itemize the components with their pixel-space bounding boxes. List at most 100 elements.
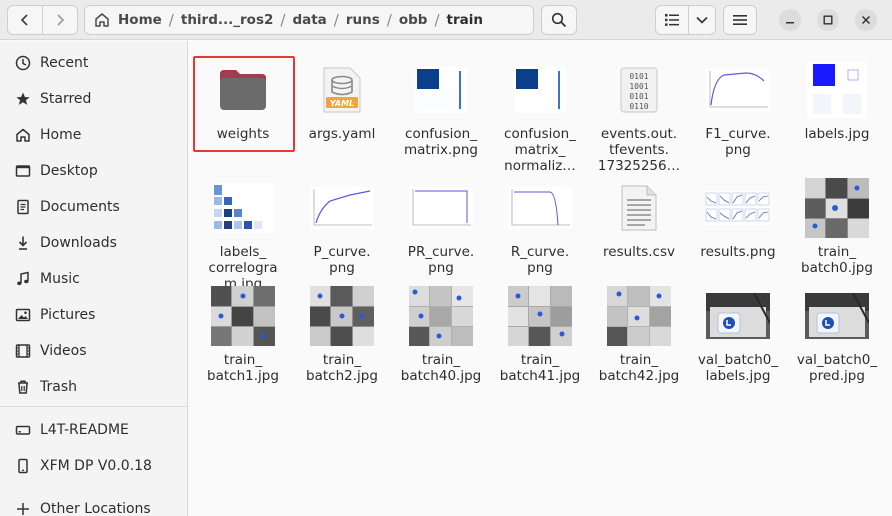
file-item-train-batch42[interactable]: train_ batch42.jpg [591, 283, 687, 401]
file-name: PR_curve. png [407, 244, 475, 276]
sidebar-item-other-locations[interactable]: Other Locations [0, 492, 187, 516]
sidebar-item-label: Home [40, 127, 82, 143]
file-grid: weights YAML args.yaml confusion_ matrix… [189, 41, 892, 516]
file-item-p-curve[interactable]: P_curve. png [294, 175, 390, 293]
sidebar-item-label: Other Locations [40, 501, 151, 516]
file-name: P_curve. png [313, 244, 371, 276]
breadcrumb-home[interactable]: Home [111, 12, 169, 28]
breadcrumb-runs[interactable]: runs [339, 12, 387, 28]
file-item-args-yaml[interactable]: YAML args.yaml [294, 57, 390, 175]
file-item-results-csv[interactable]: results.csv [591, 175, 687, 293]
back-button[interactable] [7, 5, 43, 35]
sidebar-item-label: L4T-README [40, 422, 129, 438]
breadcrumb-ros2[interactable]: third..._ros2 [174, 12, 281, 28]
home-icon[interactable] [93, 11, 111, 29]
sidebar-item-xfm-dp[interactable]: XFM DP V0.0.18 [0, 449, 187, 483]
view-options-dropdown[interactable] [688, 5, 716, 35]
sidebar-item-trash[interactable]: Trash [0, 370, 187, 404]
file-item-f1-curve[interactable]: F1_curve. png [690, 57, 786, 175]
hamburger-menu-icon [733, 15, 747, 25]
maximize-icon [823, 15, 833, 25]
trash-icon [14, 378, 32, 396]
binary-line: 0101 [629, 72, 648, 81]
sidebar-item-label: Videos [40, 343, 87, 359]
file-item-confusion-matrix-normalized[interactable]: confusion_ matrix_ normaliz… [492, 57, 588, 175]
document-icon [14, 198, 32, 216]
file-name: train_ batch42.jpg [598, 352, 680, 384]
header-bar: Home / third..._ros2 / data / runs / obb… [0, 0, 892, 40]
image-thumbnail [393, 175, 489, 241]
sidebar-item-label: Documents [40, 199, 120, 215]
file-name: results.png [700, 244, 776, 260]
sidebar-item-documents[interactable]: Documents [0, 190, 187, 224]
sidebar-item-home[interactable]: Home [0, 118, 187, 152]
image-thumbnail [492, 283, 588, 349]
sidebar-item-starred[interactable]: Starred [0, 82, 187, 116]
search-button[interactable] [541, 5, 577, 35]
image-thumbnail [690, 175, 786, 241]
file-name: train_ batch1.jpg [207, 352, 279, 384]
file-item-train-batch41[interactable]: train_ batch41.jpg [492, 283, 588, 401]
file-item-events-tfevents[interactable]: 0101 1001 0101 0110 events.out. tfevents… [591, 57, 687, 175]
main-menu-button[interactable] [723, 5, 757, 35]
view-list-button[interactable] [655, 5, 689, 35]
minimize-icon [786, 22, 794, 24]
sidebar-item-recent[interactable]: Recent [0, 46, 187, 80]
minimize-button[interactable] [779, 9, 801, 31]
file-name: R_curve. png [510, 244, 570, 276]
sidebar-item-label: Desktop [40, 163, 98, 179]
sidebar-item-music[interactable]: Music [0, 262, 187, 296]
file-item-confusion-matrix[interactable]: confusion_ matrix.png [393, 57, 489, 175]
sidebar-item-label: Music [40, 271, 80, 287]
forward-button[interactable] [42, 5, 78, 35]
binary-line: 1001 [629, 82, 648, 91]
image-thumbnail [195, 283, 291, 349]
video-icon [14, 342, 32, 360]
file-item-val-batch0-labels[interactable]: val_batch0_ labels.jpg [690, 283, 786, 401]
file-item-train-batch40[interactable]: train_ batch40.jpg [393, 283, 489, 401]
file-item-weights[interactable]: weights [193, 56, 295, 175]
close-button[interactable] [855, 9, 877, 31]
star-icon [14, 90, 32, 108]
file-name: train_ batch41.jpg [499, 352, 581, 384]
file-name: events.out. tfevents. 17325256… [597, 126, 681, 174]
image-thumbnail [393, 283, 489, 349]
phone-icon [14, 457, 32, 475]
breadcrumb-obb[interactable]: obb [392, 12, 435, 28]
sidebar-item-label: Recent [40, 55, 89, 71]
file-item-labels[interactable]: labels.jpg [789, 57, 885, 175]
file-item-r-curve[interactable]: R_curve. png [492, 175, 588, 293]
breadcrumb-train[interactable]: train [440, 12, 490, 28]
sidebar-item-downloads[interactable]: Downloads [0, 226, 187, 260]
list-view-icon [665, 14, 679, 26]
search-icon [551, 12, 567, 28]
folder-icon [195, 57, 291, 123]
file-item-train-batch0[interactable]: train_ batch0.jpg [789, 175, 885, 293]
file-item-val-batch0-pred[interactable]: val_batch0_ pred.jpg [789, 283, 885, 401]
yaml-file-icon: YAML [294, 57, 390, 123]
sidebar-item-l4t-readme[interactable]: L4T-README [0, 413, 187, 447]
file-item-pr-curve[interactable]: PR_curve. png [393, 175, 489, 293]
file-name: args.yaml [308, 126, 376, 142]
chevron-right-icon [57, 14, 65, 26]
file-item-train-batch1[interactable]: train_ batch1.jpg [195, 283, 291, 401]
image-thumbnail [195, 175, 291, 241]
maximize-button[interactable] [817, 9, 839, 31]
yaml-badge: YAML [330, 99, 354, 108]
sidebar-item-desktop[interactable]: Desktop [0, 154, 187, 188]
binary-line: 0101 [629, 92, 648, 101]
file-name: weights [216, 126, 270, 142]
image-thumbnail [789, 283, 885, 349]
plus-icon [14, 500, 32, 516]
file-item-labels-correlogram[interactable]: labels_ correlogra m.jpg [195, 175, 291, 293]
path-bar: Home / third..._ros2 / data / runs / obb… [84, 5, 534, 35]
file-item-train-batch2[interactable]: train_ batch2.jpg [294, 283, 390, 401]
download-icon [14, 234, 32, 252]
file-name: train_ batch2.jpg [306, 352, 378, 384]
sidebar-item-pictures[interactable]: Pictures [0, 298, 187, 332]
sidebar-item-videos[interactable]: Videos [0, 334, 187, 368]
file-name: train_ batch0.jpg [801, 244, 873, 276]
file-item-results-png[interactable]: results.png [690, 175, 786, 293]
drive-icon [14, 421, 32, 439]
breadcrumb-data[interactable]: data [285, 12, 333, 28]
